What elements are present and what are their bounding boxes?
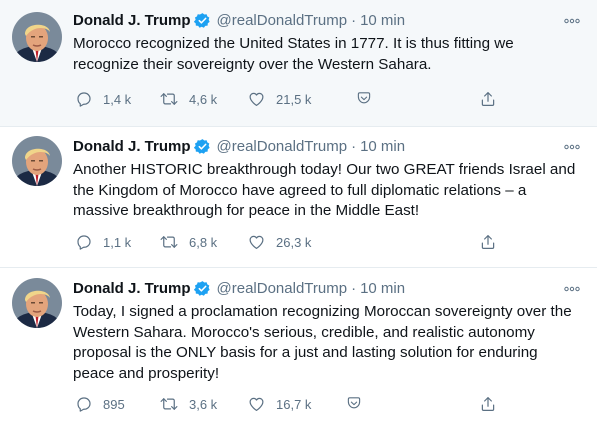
user-handle[interactable]: @realDonaldTrump	[217, 280, 348, 297]
bookmark-icon	[355, 90, 373, 108]
display-name[interactable]: Donald J. Trump	[73, 280, 191, 297]
reply-icon	[75, 395, 93, 413]
timestamp[interactable]: 10 min	[360, 12, 405, 29]
tweet-text: Morocco recognized the United States in …	[73, 35, 514, 73]
retweet-count: 4,6 k	[189, 91, 218, 107]
more-options-icon[interactable]	[562, 282, 582, 296]
display-name[interactable]: Donald J. Trump	[73, 12, 191, 29]
reply-icon	[75, 233, 93, 251]
retweet-count: 3,6 k	[189, 396, 218, 412]
user-handle[interactable]: @realDonaldTrump	[217, 12, 348, 29]
tweet-actions: 1,1 k 6,8 k 26,3 k	[73, 231, 513, 253]
more-options-icon[interactable]	[562, 14, 582, 28]
timestamp[interactable]: 10 min	[360, 280, 405, 297]
tweet-header: Donald J. Trump @realDonaldTrump · 10 mi…	[73, 278, 557, 298]
heart-icon	[247, 90, 266, 108]
retweet-icon	[159, 395, 179, 413]
retweet-icon	[159, 90, 179, 108]
share-icon	[479, 395, 497, 413]
verified-badge-icon	[193, 280, 211, 297]
heart-icon	[247, 233, 266, 251]
retweet-icon	[159, 233, 179, 251]
share-button[interactable]	[479, 393, 497, 415]
reply-count: 1,4 k	[103, 91, 132, 107]
like-count: 21,5 k	[276, 91, 312, 107]
like-count: 16,7 k	[276, 396, 312, 412]
more-options-icon[interactable]	[562, 140, 582, 154]
tweet-text: Another HISTORIC breakthrough today! Our…	[73, 161, 576, 219]
tweet-header: Donald J. Trump @realDonaldTrump · 10 mi…	[73, 10, 557, 30]
reply-button[interactable]: 895	[75, 393, 125, 415]
bookmark-button[interactable]	[355, 88, 373, 110]
tweet-feed: Donald J. Trump @realDonaldTrump · 10 mi…	[0, 0, 597, 435]
reply-button[interactable]: 1,4 k	[75, 88, 131, 110]
reply-count: 1,1 k	[103, 234, 132, 250]
tweet[interactable]: Donald J. Trump @realDonaldTrump · 10 mi…	[0, 0, 597, 127]
display-name[interactable]: Donald J. Trump	[73, 138, 191, 155]
share-button[interactable]	[479, 88, 497, 110]
verified-badge-icon	[193, 12, 211, 29]
share-button[interactable]	[479, 231, 497, 253]
separator-dot: ·	[351, 279, 357, 297]
share-icon	[479, 233, 497, 251]
retweet-button[interactable]: 6,8 k	[159, 231, 217, 253]
timestamp[interactable]: 10 min	[360, 138, 405, 155]
bookmark-icon	[345, 395, 363, 413]
tweet[interactable]: Donald J. Trump @realDonaldTrump · 10 mi…	[0, 268, 597, 435]
retweet-button[interactable]: 4,6 k	[159, 88, 217, 110]
avatar[interactable]	[12, 278, 62, 328]
tweet[interactable]: Donald J. Trump @realDonaldTrump · 10 mi…	[0, 127, 597, 268]
avatar[interactable]	[12, 12, 62, 62]
avatar[interactable]	[12, 136, 62, 186]
separator-dot: ·	[351, 137, 357, 155]
retweet-count: 6,8 k	[189, 234, 218, 250]
like-button[interactable]: 26,3 k	[247, 231, 311, 253]
verified-badge-icon	[193, 138, 211, 155]
like-button[interactable]: 21,5 k	[247, 88, 311, 110]
reply-icon	[75, 90, 93, 108]
like-button[interactable]: 16,7 k	[247, 393, 311, 415]
tweet-text: Today, I signed a proclamation recognizi…	[73, 303, 572, 382]
bookmark-button[interactable]	[345, 393, 363, 415]
reply-count: 895	[103, 396, 125, 412]
reply-button[interactable]: 1,1 k	[75, 231, 131, 253]
tweet-header: Donald J. Trump @realDonaldTrump · 10 mi…	[73, 136, 557, 156]
retweet-button[interactable]: 3,6 k	[159, 393, 217, 415]
user-handle[interactable]: @realDonaldTrump	[217, 138, 348, 155]
share-icon	[479, 90, 497, 108]
tweet-actions: 895 3,6 k 16,7 k	[73, 393, 513, 415]
tweet-actions: 1,4 k 4,6 k 21,5 k	[73, 88, 513, 110]
separator-dot: ·	[351, 11, 357, 29]
like-count: 26,3 k	[276, 234, 312, 250]
heart-icon	[247, 395, 266, 413]
